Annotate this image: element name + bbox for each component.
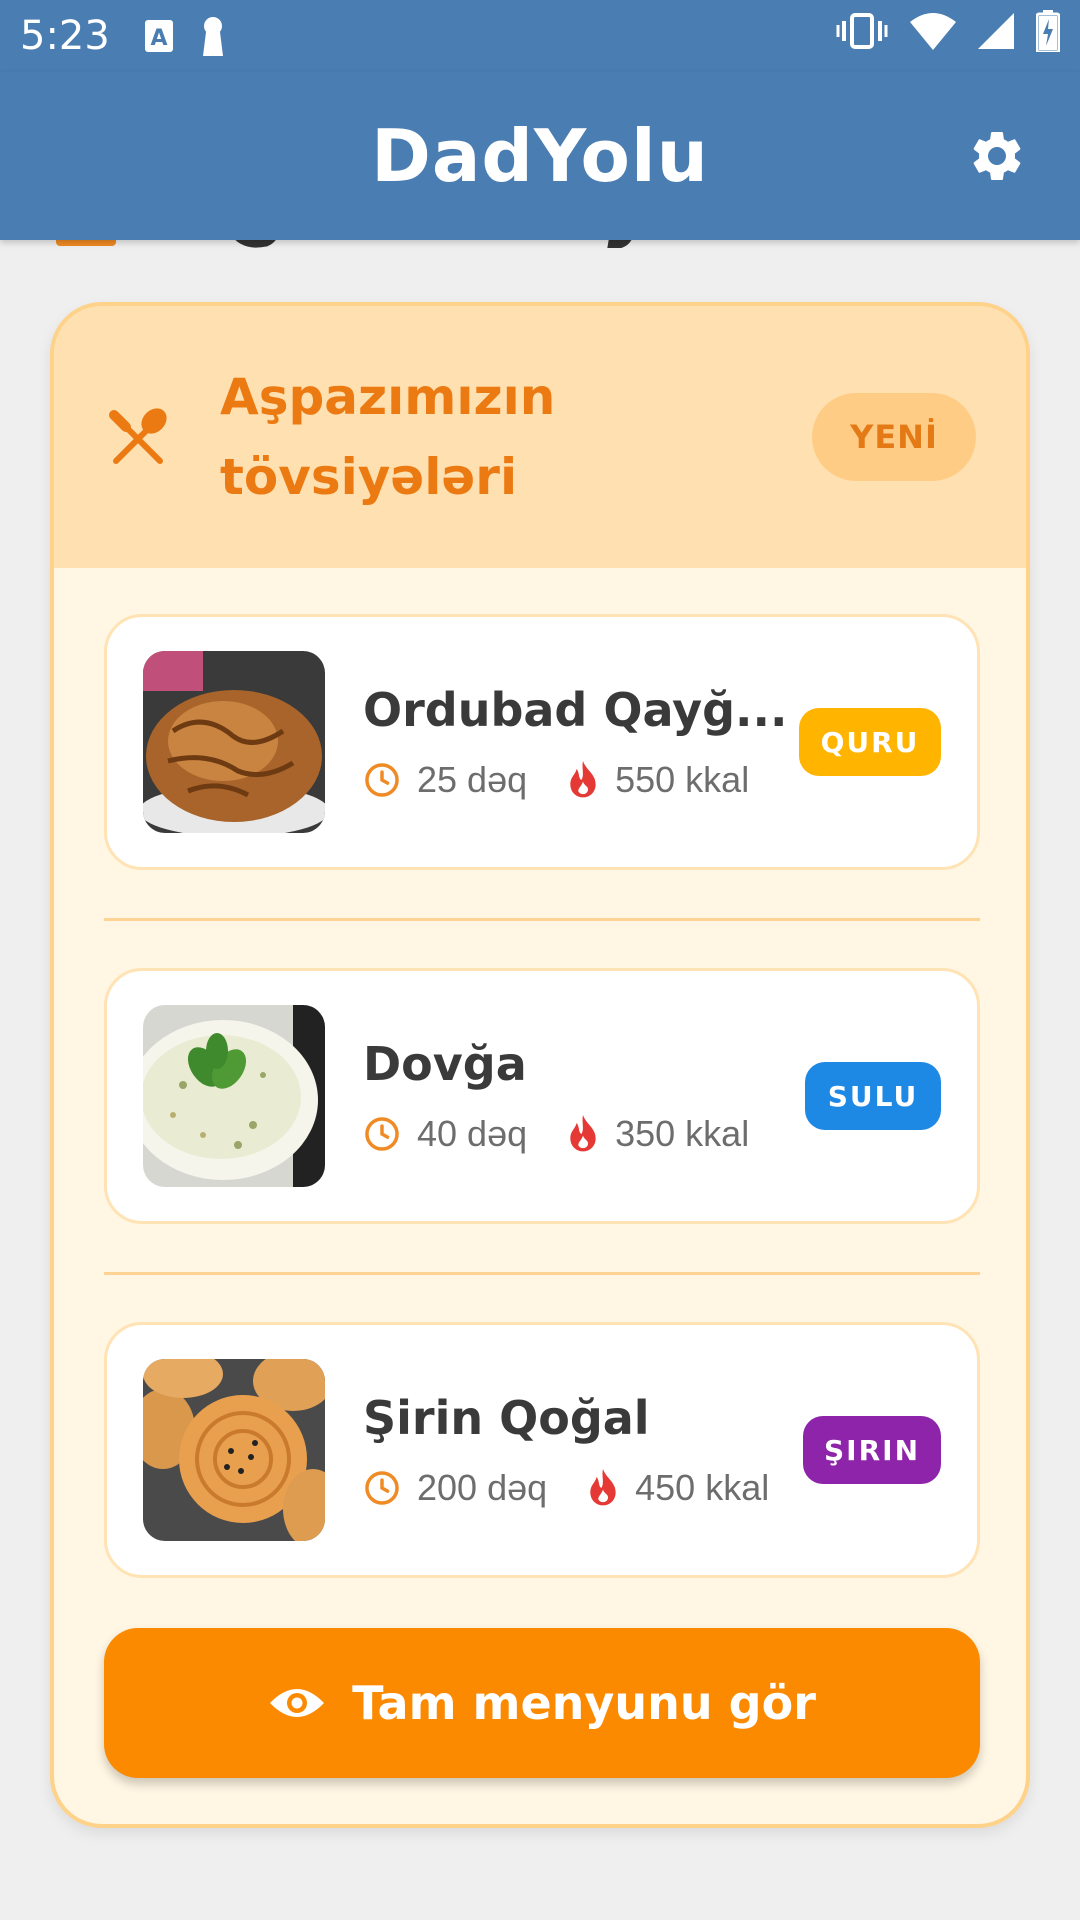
settings-button[interactable] — [962, 121, 1032, 191]
card-header: Aşpazımızın tövsiyələri YENİ — [54, 306, 1026, 568]
card-heading: Aşpazımızın tövsiyələri — [220, 368, 556, 506]
app-title: DadYolu — [371, 114, 709, 198]
recipe-category-badge: ŞIRIN — [803, 1416, 941, 1484]
chef-recommendations-card: Aşpazımızın tövsiyələri YENİ Ordubad Qay… — [50, 302, 1030, 1828]
status-time: 5:23 — [20, 13, 110, 59]
fire-icon — [570, 761, 596, 798]
recipe-thumbnail — [143, 651, 325, 833]
text-a-icon: A — [144, 19, 174, 53]
recipe-title: Ordubad Qayğ... — [363, 683, 788, 737]
recipe-item[interactable]: Dovğa 40 dəq 350 kkal SULU — [104, 968, 980, 1224]
full-menu-button[interactable]: Tam menyunu gör — [104, 1628, 980, 1778]
recipe-thumbnail — [143, 1005, 325, 1187]
recipe-time: 40 dəq — [417, 1113, 528, 1154]
app-bar: DadYolu — [0, 72, 1080, 240]
wifi-icon — [910, 12, 956, 60]
divider — [104, 918, 980, 921]
signal-icon — [978, 13, 1014, 59]
fire-icon — [570, 1115, 596, 1152]
eye-icon — [270, 1689, 325, 1717]
svg-text:A: A — [150, 26, 167, 51]
recipe-calories: 450 kkal — [635, 1467, 770, 1508]
battery-charging-icon — [1035, 10, 1061, 62]
recipe-time: 200 dəq — [417, 1467, 548, 1508]
recipe-calories: 550 kkal — [615, 759, 750, 800]
fork-spoon-icon — [108, 405, 172, 469]
recipe-thumbnail — [143, 1359, 325, 1541]
clock-icon — [365, 763, 399, 797]
divider — [104, 1272, 980, 1275]
vibrate-icon — [836, 11, 888, 61]
recipe-calories: 350 kkal — [615, 1113, 750, 1154]
clock-icon — [365, 1471, 399, 1505]
recipe-time: 25 dəq — [417, 759, 528, 800]
full-menu-label: Tam menyunu gör — [352, 1676, 816, 1730]
recipe-category-badge: QURU — [799, 708, 941, 776]
new-badge: YENİ — [812, 393, 976, 481]
gear-icon — [973, 132, 1021, 180]
recipe-category-badge: SULU — [805, 1062, 941, 1130]
status-bar: 5:23 A — [0, 0, 1080, 72]
recipe-item[interactable]: Şirin Qoğal 200 dəq 450 kkal ŞIRIN — [104, 1322, 980, 1578]
clock-icon — [365, 1117, 399, 1151]
fire-icon — [590, 1469, 616, 1506]
recipe-title: Şirin Qoğal — [363, 1391, 650, 1445]
recipe-item[interactable]: Ordubad Qayğ... 25 dəq 550 kkal QURU — [104, 614, 980, 870]
recipe-title: Dovğa — [363, 1037, 527, 1091]
keyhole-icon — [200, 16, 226, 56]
